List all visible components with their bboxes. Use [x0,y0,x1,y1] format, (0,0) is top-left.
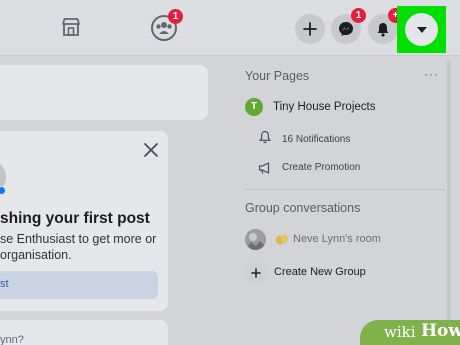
bell-icon [377,22,389,37]
groups-nav-button[interactable]: 1 [150,9,183,42]
megaphone-icon [258,162,270,174]
create-button[interactable] [295,14,325,44]
more-options-icon[interactable]: ··· [424,67,439,81]
messenger-icon [339,22,353,36]
post-card-button-label: st [0,278,9,290]
create-new-group-link[interactable]: Create New Group [274,266,366,278]
plus-icon [251,268,261,278]
account-menu-button[interactable] [405,13,438,46]
bell-outline-icon [259,130,271,144]
feed-card-bottom-text: ynn? [0,334,24,345]
caret-down-icon [416,26,427,33]
post-card-body: se Enthusiast to get more or organisatio… [0,232,157,262]
watermark-how-text: How [421,321,460,341]
close-icon[interactable] [143,142,159,158]
post-card-heading: shing your first post [0,210,150,227]
group-room-link[interactable]: Neve Lynn's room [293,233,381,245]
watermark-wiki-text: wiki [384,323,416,341]
page-link-tiny-house-projects[interactable]: Tiny House Projects [273,101,375,113]
store-icon[interactable] [60,16,82,38]
plus-icon [303,22,317,36]
messenger-badge: 1 [351,8,366,23]
create-group-button[interactable] [245,262,267,284]
section-divider [245,189,445,190]
page-notifications-link[interactable]: 16 Notifications [282,134,350,145]
messenger-button[interactable]: 1 [331,8,366,44]
page-avatar: T [245,98,263,116]
groups-badge: 1 [168,9,183,24]
feed-card [0,65,208,120]
group-photo-icon [245,229,266,250]
post-card-button[interactable] [0,271,158,299]
your-pages-title: Your Pages [245,69,310,83]
feed-card-bottom [0,320,168,345]
notifications-button[interactable]: + [368,8,403,44]
group-conversations-title: Group conversations [245,201,361,215]
scrollbar[interactable] [447,60,451,330]
group-room-avatar [245,229,266,250]
create-promotion-link[interactable]: Create Promotion [282,162,360,173]
hands-emoji-icon [276,234,288,245]
